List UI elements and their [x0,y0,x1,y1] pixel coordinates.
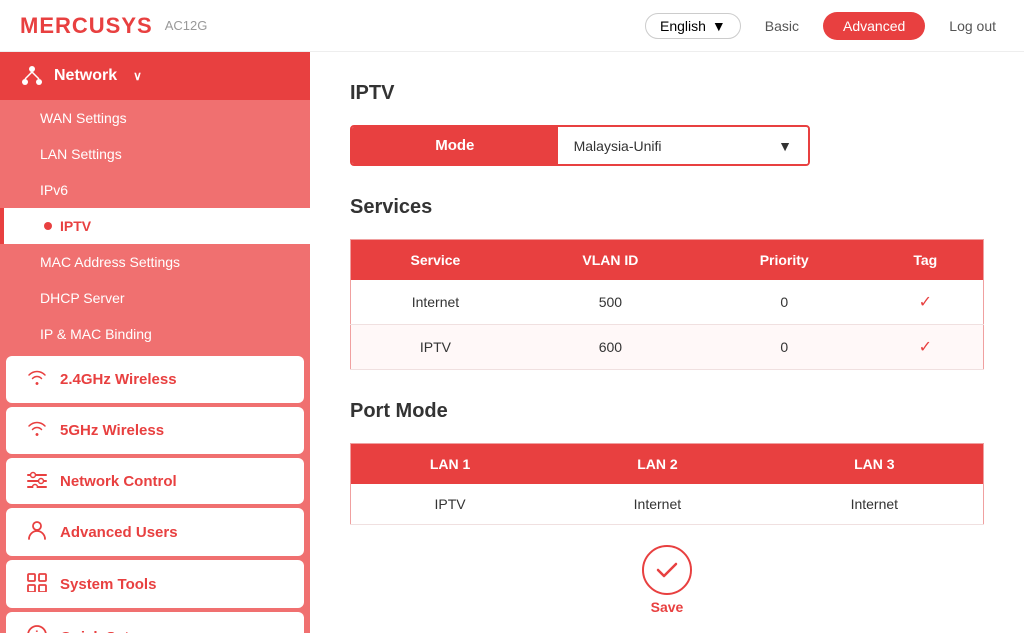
sidebar-network-label: Network [54,67,117,85]
sidebar-network-arrow-icon: ∨ [133,69,142,83]
mode-row: Mode Malaysia-Unifi ▼ [350,125,810,166]
priority-internet: 0 [701,280,868,325]
sidebar-item-ipv6[interactable]: IPv6 [0,172,310,208]
content-area: IPTV Mode Malaysia-Unifi ▼ Services Serv… [310,52,1024,633]
sidebar-item-wireless5[interactable]: 5GHz Wireless [6,407,304,454]
sidebar-advusers-label: Advanced Users [60,524,178,541]
sidebar-ipmac-label: IP & MAC Binding [40,326,152,342]
services-section: Services Service VLAN ID Priority Tag In… [350,196,984,370]
logout-button[interactable]: Log out [941,14,1004,38]
language-label: English [660,18,706,34]
sidebar-wireless5-label: 5GHz Wireless [60,422,164,439]
col-priority: Priority [701,240,868,281]
save-area: Save [350,545,984,615]
mode-select[interactable]: Malaysia-Unifi ▼ [558,128,808,164]
nav-right: English ▼ Basic Advanced Log out [645,12,1004,40]
col-tag: Tag [868,240,984,281]
port-lan1: IPTV [351,484,550,525]
sidebar-network-header[interactable]: Network ∨ [0,52,310,100]
sidebar-netcontrol-label: Network Control [60,473,177,490]
sidebar-quicksetup-label: Quick Setup [60,629,148,633]
iptv-title: IPTV [350,82,984,105]
tag-iptv: ✓ [868,325,984,370]
quicksetup-icon: i [26,624,48,633]
netcontrol-icon [26,470,48,492]
active-dot-icon [44,222,52,230]
mode-dropdown-icon: ▼ [778,138,792,154]
col-lan3: LAN 3 [766,444,984,485]
port-mode-section: Port Mode LAN 1 LAN 2 LAN 3 IPTV Interne… [350,400,984,525]
sidebar-systools-label: System Tools [60,576,156,593]
sidebar-item-wan[interactable]: WAN Settings [0,100,310,136]
tag-internet: ✓ [868,280,984,325]
basic-button[interactable]: Basic [757,14,807,38]
mode-label: Mode [352,127,558,164]
top-nav: MERCUSYS AC12G English ▼ Basic Advanced … [0,0,1024,52]
service-internet: Internet [351,280,520,325]
sidebar: Network ∨ WAN Settings LAN Settings IPv6… [0,52,310,633]
services-title: Services [350,196,984,219]
priority-iptv: 0 [701,325,868,370]
sidebar-item-systools[interactable]: System Tools [6,560,304,608]
mode-value: Malaysia-Unifi [574,138,662,154]
wifi5-icon [26,419,48,442]
sidebar-item-quicksetup[interactable]: i Quick Setup [6,612,304,633]
sidebar-item-ipmac[interactable]: IP & MAC Binding [0,316,310,352]
wifi24-icon [26,368,48,391]
brand-logo: MERCUSYS [20,13,153,39]
col-vlan: VLAN ID [520,240,701,281]
advusers-icon [26,520,48,544]
sidebar-item-iptv[interactable]: IPTV [0,208,310,244]
services-header-row: Service VLAN ID Priority Tag [351,240,984,281]
col-service: Service [351,240,520,281]
sidebar-item-wireless24[interactable]: 2.4GHz Wireless [6,356,304,403]
sidebar-iptv-label: IPTV [60,218,91,234]
sidebar-mac-label: MAC Address Settings [40,254,180,270]
port-mode-table: LAN 1 LAN 2 LAN 3 IPTV Internet Internet [350,443,984,525]
sidebar-dhcp-label: DHCP Server [40,290,125,306]
port-lan3: Internet [766,484,984,525]
sidebar-item-advusers[interactable]: Advanced Users [6,508,304,556]
vlan-internet: 500 [520,280,701,325]
save-label[interactable]: Save [651,599,684,615]
logo-area: MERCUSYS AC12G [20,13,207,39]
save-button[interactable] [642,545,692,595]
table-row: IPTV Internet Internet [351,484,984,525]
network-icon [20,64,44,88]
language-selector[interactable]: English ▼ [645,13,741,39]
col-lan2: LAN 2 [549,444,765,485]
check-icon: ✓ [919,294,932,311]
port-lan2: Internet [549,484,765,525]
port-header-row: LAN 1 LAN 2 LAN 3 [351,444,984,485]
language-arrow-icon: ▼ [712,18,726,34]
sidebar-item-mac[interactable]: MAC Address Settings [0,244,310,280]
port-mode-title: Port Mode [350,400,984,423]
sidebar-item-netcontrol[interactable]: Network Control [6,458,304,504]
sidebar-wireless24-label: 2.4GHz Wireless [60,371,177,388]
services-table: Service VLAN ID Priority Tag Internet 50… [350,239,984,370]
sidebar-item-lan[interactable]: LAN Settings [0,136,310,172]
check-icon: ✓ [919,339,932,356]
model-label: AC12G [165,18,208,33]
table-row: Internet 500 0 ✓ [351,280,984,325]
sidebar-item-dhcp[interactable]: DHCP Server [0,280,310,316]
table-row: IPTV 600 0 ✓ [351,325,984,370]
main-layout: Network ∨ WAN Settings LAN Settings IPv6… [0,52,1024,633]
advanced-button[interactable]: Advanced [823,12,925,40]
systools-icon [26,572,48,596]
sidebar-lan-label: LAN Settings [40,146,122,162]
sidebar-wan-label: WAN Settings [40,110,127,126]
vlan-iptv: 600 [520,325,701,370]
sidebar-sub-items: WAN Settings LAN Settings IPv6 IPTV MAC … [0,100,310,352]
sidebar-ipv6-label: IPv6 [40,182,68,198]
service-iptv: IPTV [351,325,520,370]
col-lan1: LAN 1 [351,444,550,485]
svg-text:i: i [35,628,39,633]
